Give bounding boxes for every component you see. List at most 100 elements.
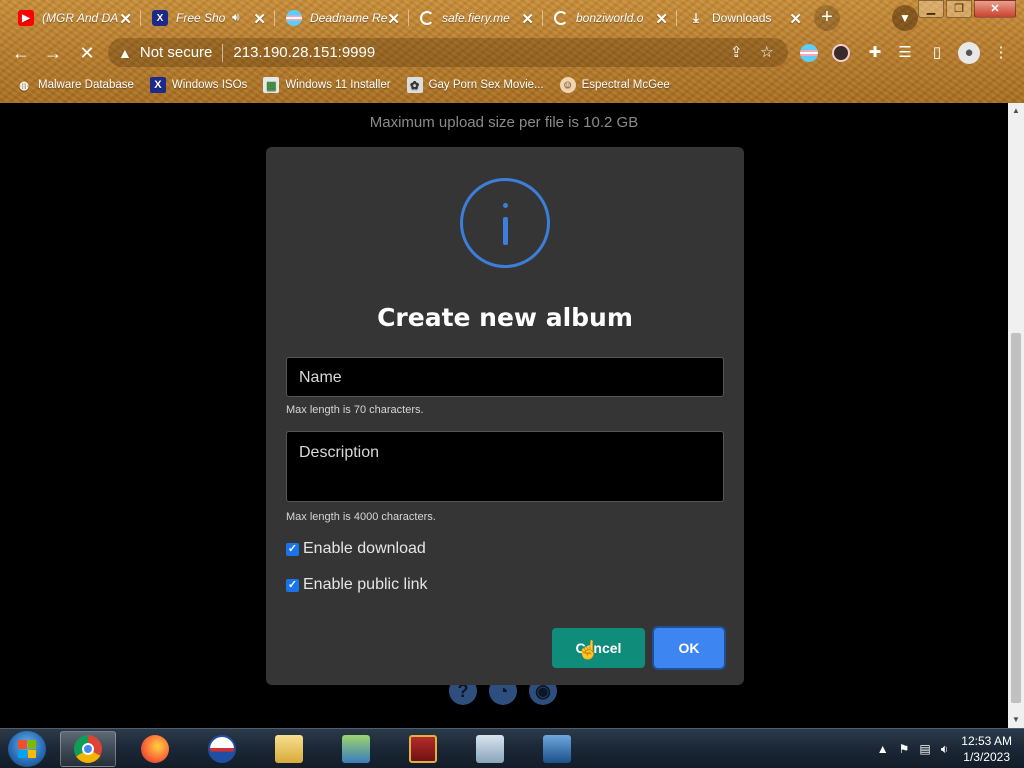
stop-loading-button[interactable]: ✕	[74, 40, 100, 66]
profile-icon[interactable]: ●	[958, 42, 980, 64]
start-button[interactable]	[8, 731, 46, 767]
clock-date: 1/3/2023	[963, 750, 1010, 764]
loading-icon	[420, 11, 434, 25]
tab-label: safe.fiery.me	[442, 11, 510, 25]
scroll-thumb[interactable]	[1011, 333, 1021, 703]
show-hidden-icons-icon[interactable]: ▲	[877, 742, 889, 756]
taskbar-winrar[interactable]	[395, 731, 451, 767]
taskbar-network[interactable]	[328, 731, 384, 767]
window-controls: ▁ ❐ ✕	[916, 0, 1016, 18]
minimize-button[interactable]: ▁	[918, 0, 944, 18]
scroll-up-icon[interactable]: ▲	[1008, 103, 1024, 119]
new-tab-button[interactable]: +	[814, 5, 840, 31]
obama-logo-icon	[208, 735, 236, 763]
close-icon[interactable]: ✕	[119, 10, 132, 28]
tab-bonziworld[interactable]: bonziworld.o ✕	[544, 3, 676, 33]
name-input[interactable]: Name	[286, 357, 724, 397]
tab-label: bonziworld.o	[576, 11, 644, 25]
winrar-icon	[409, 735, 437, 763]
globe-icon: ◍	[19, 79, 29, 92]
tab-search-button[interactable]: ▼	[892, 5, 918, 31]
close-icon[interactable]: ✕	[253, 10, 266, 28]
clock-time: 12:53 AM	[961, 734, 1012, 748]
remote-desktop-icon	[543, 735, 571, 763]
enable-public-link-checkbox[interactable]: ✓ Enable public link	[286, 576, 428, 594]
close-icon[interactable]: ✕	[521, 10, 534, 28]
bookmark-malware-database[interactable]: ◍ Malware Database	[16, 77, 134, 93]
info-icon	[460, 178, 550, 268]
close-icon[interactable]: ✕	[655, 10, 668, 28]
action-center-flag-icon[interactable]: ⚑	[899, 742, 910, 756]
network-status-icon[interactable]: ▤	[919, 742, 930, 756]
checkbox-checked-icon[interactable]: ✓	[286, 542, 299, 556]
forward-button[interactable]: →	[40, 40, 66, 66]
warning-icon[interactable]: ▲	[118, 45, 132, 61]
extension-flag-icon[interactable]	[800, 44, 818, 62]
taskbar-obama[interactable]	[194, 731, 250, 767]
media-queue-icon[interactable]: ☰	[894, 42, 916, 64]
checkbox-checked-icon[interactable]: ✓	[286, 578, 299, 592]
tab-label: (MGR And DA	[42, 11, 119, 25]
close-icon[interactable]: ✕	[789, 10, 802, 28]
close-window-button[interactable]: ✕	[974, 0, 1016, 18]
puzzle-icon[interactable]: ✚	[864, 42, 886, 64]
avatar-icon: ☺	[559, 77, 576, 93]
dialog-title: Create new album	[377, 303, 633, 332]
speaker-icon[interactable]: 🔊︎	[232, 10, 240, 25]
image-icon: ▦	[263, 77, 280, 93]
ok-button[interactable]: OK	[654, 628, 724, 668]
firefox-icon	[141, 735, 169, 763]
taskbar-task-manager[interactable]	[462, 731, 518, 767]
name-hint: Max length is 70 characters.	[286, 404, 424, 416]
tab-label: Downloads	[712, 11, 772, 25]
volume-icon[interactable]: 🔉︎	[941, 742, 949, 757]
browser-chrome: ▶ (MGR And DA ✕ X Free Sho 🔊︎ ✕ Deadname…	[0, 0, 1024, 103]
loading-icon	[554, 11, 568, 25]
tab-free-sho[interactable]: X Free Sho 🔊︎ ✕	[142, 3, 274, 33]
description-input[interactable]: Description	[286, 431, 724, 502]
bookmark-windows-isos[interactable]: X Windows ISOs	[149, 77, 247, 93]
tab-youtube[interactable]: ▶ (MGR And DA ✕	[8, 3, 140, 33]
enable-download-checkbox[interactable]: ✓ Enable download	[286, 540, 426, 558]
scrollbar[interactable]: ▲ ▼	[1008, 103, 1024, 728]
restore-button[interactable]: ❐	[946, 0, 972, 18]
close-icon[interactable]: ✕	[387, 10, 400, 28]
bookmark-site[interactable]: ✿ Gay Porn Sex Movie...	[406, 77, 544, 93]
taskbar-firefox[interactable]	[127, 731, 183, 767]
hand-cursor-icon: ☝	[577, 640, 600, 660]
security-label[interactable]: Not secure	[140, 44, 213, 61]
tab-label: Free Sho	[176, 11, 226, 25]
taskbar-file-explorer[interactable]	[261, 731, 317, 767]
address-bar[interactable]: ▲ Not secure 213.190.28.151:9999 ⇪ ☆	[108, 38, 788, 67]
extension-avatar-icon[interactable]	[832, 44, 850, 62]
system-tray: ▲ ⚑ ▤ 🔉︎ 12:53 AM 1/3/2023	[872, 729, 1024, 768]
x-icon: X	[149, 77, 166, 93]
tab-strip: ▶ (MGR And DA ✕ X Free Sho 🔊︎ ✕ Deadname…	[0, 0, 1024, 36]
flag-circle-icon	[286, 10, 302, 26]
share-icon[interactable]: ⇪	[730, 43, 743, 61]
menu-icon[interactable]: ⋮	[990, 42, 1012, 64]
download-icon: ⤓	[693, 10, 699, 25]
taskbar: ▲ ⚑ ▤ 🔉︎ 12:53 AM 1/3/2023	[0, 728, 1024, 768]
upload-size-note: Maximum upload size per file is 10.2 GB	[369, 114, 639, 131]
scroll-down-icon[interactable]: ▼	[1008, 712, 1024, 728]
network-icon	[342, 735, 370, 763]
tab-downloads[interactable]: ⤓ Downloads ✕	[678, 3, 810, 33]
taskbar-chrome[interactable]	[60, 731, 116, 767]
x-icon: X	[152, 10, 168, 26]
taskbar-remote-desktop[interactable]	[529, 731, 585, 767]
url-text[interactable]: 213.190.28.151:9999	[233, 44, 375, 61]
back-button[interactable]: ←	[8, 40, 34, 66]
bookmark-windows-11-installer[interactable]: ▦ Windows 11 Installer	[263, 77, 391, 93]
toolbar: ← → ✕ ▲ Not secure 213.190.28.151:9999 ⇪…	[0, 36, 1024, 69]
bookmarks-bar: ◍ Malware Database X Windows ISOs ▦ Wind…	[0, 70, 1024, 100]
windows-logo-icon	[18, 740, 36, 758]
youtube-icon: ▶	[18, 10, 34, 26]
tab-safe-fiery[interactable]: safe.fiery.me ✕	[410, 3, 542, 33]
side-panel-icon[interactable]: ▯	[926, 42, 948, 64]
bookmark-espectral-mcgee[interactable]: ☺ Espectral McGee	[559, 77, 670, 93]
clock[interactable]: 12:53 AM 1/3/2023	[961, 733, 1012, 765]
folder-icon	[275, 735, 303, 763]
tab-deadname[interactable]: Deadname Re ✕	[276, 3, 408, 33]
star-icon[interactable]: ☆	[760, 43, 773, 61]
